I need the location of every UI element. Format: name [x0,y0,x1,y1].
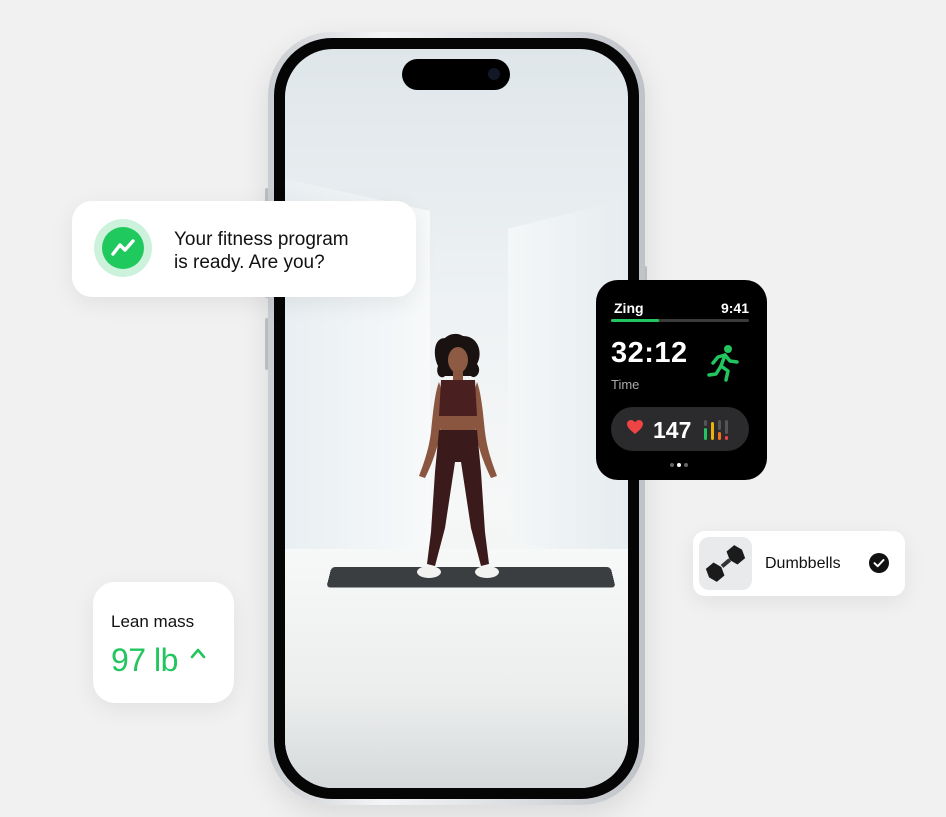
lean-mass-value: 97 lb [111,642,178,678]
watch-app-name: Zing [614,300,644,316]
lean-mass-card: Lean mass 97 lb [93,582,234,703]
dumbbell-icon [705,545,746,582]
notification-line-1: Your fitness program [174,229,349,250]
heart-rate-zones-icon [704,420,728,440]
fitness-program-notification[interactable]: Your fitness program is ready. Are you? [72,201,416,297]
notification-icon-ring [94,219,152,277]
lean-mass-label: Lean mass [111,612,195,631]
page-dot-active [677,463,681,467]
trend-up-icon [111,239,135,256]
heart-icon [627,420,643,434]
heart-rate-pill: 147 [611,407,749,451]
workout-progress-bar [611,319,749,322]
watch-clock: 9:41 [720,300,749,316]
notification-line-2: is ready. Are you? [174,252,325,273]
notification-message: Your fitness program is ready. Are you? [174,228,404,274]
notification-badge [102,227,144,269]
heart-rate-value: 147 [653,417,692,443]
page-dot [684,463,688,467]
equipment-checked-indicator[interactable] [869,553,889,573]
equipment-thumbnail [699,537,752,590]
workout-time-label: Time [611,377,640,392]
page-dot [670,463,674,467]
camera-icon [488,68,500,80]
running-icon [707,345,739,382]
watch-page-indicator [670,463,694,469]
dynamic-island [402,59,510,90]
trend-up-caret-icon [190,648,206,659]
checkmark-icon [873,559,885,568]
workout-progress-fill [611,319,660,322]
equipment-card[interactable]: Dumbbells [693,531,905,596]
equipment-label: Dumbbells [765,555,841,572]
smartwatch-display: Zing 9:41 32:12 Time 147 [596,280,767,480]
trainer-figure [417,333,499,578]
workout-elapsed-time: 32:12 [611,337,688,369]
